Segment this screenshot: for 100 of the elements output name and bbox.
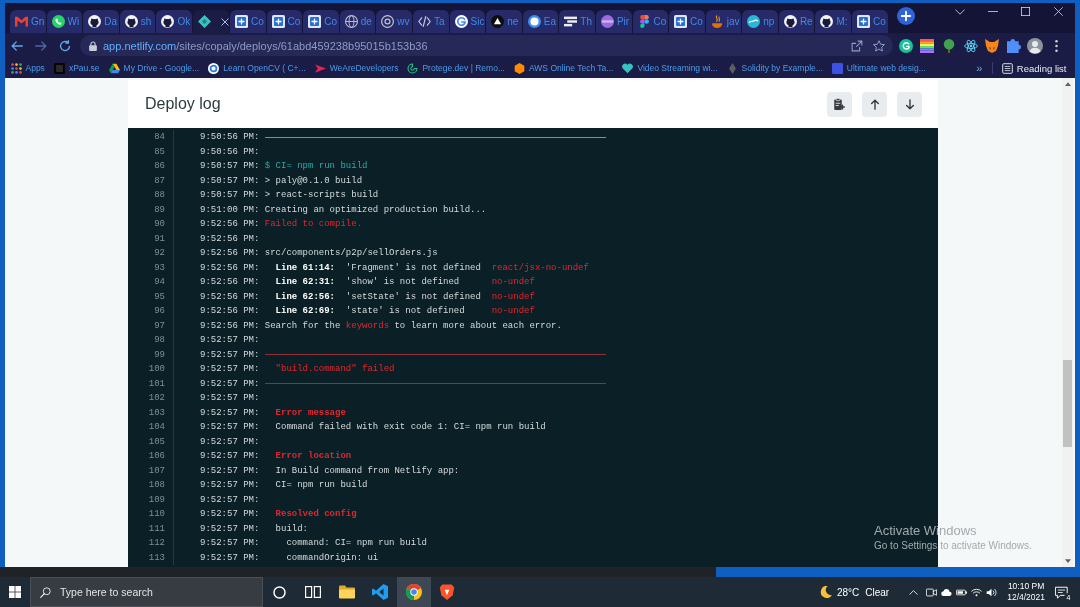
log-message: > react-scripts build (264, 190, 379, 201)
notification-icon[interactable] (1055, 585, 1068, 599)
address-bar[interactable]: app.netlify.com/sites/copaly/deploys/61abd459238b95015b153b36 (80, 35, 893, 56)
cloud-icon[interactable] (941, 587, 953, 597)
bookmark-item[interactable]: Learn OpenCV ( C+... (203, 62, 311, 74)
tree-icon[interactable] (942, 38, 956, 53)
windows-logo-icon[interactable] (9, 586, 21, 598)
close-icon[interactable] (1054, 7, 1063, 16)
forward-arrow-icon[interactable] (35, 39, 47, 52)
scrollbar-thumb[interactable] (1063, 360, 1072, 447)
browser-tab[interactable]: jav (705, 10, 742, 33)
bookmark-item[interactable]: Solidity by Example... (722, 62, 828, 74)
log-message: > paly@0.1.0 build (264, 175, 363, 186)
weather-condition[interactable]: Clear (865, 586, 890, 598)
puzzle-piece-icon[interactable] (1006, 38, 1021, 53)
bookmark-item[interactable]: Apps (6, 62, 50, 74)
scroll-down-icon[interactable] (1064, 559, 1071, 563)
browser-tab[interactable]: Co (669, 10, 705, 33)
browser-tab[interactable]: wv (376, 10, 412, 33)
share-icon[interactable] (851, 39, 863, 52)
browser-tab[interactable]: np (742, 10, 778, 33)
browser-tab[interactable]: Co (852, 10, 888, 33)
line-number: 97 (128, 318, 174, 333)
browser-tab[interactable]: Sic (449, 10, 486, 33)
bookmark-item[interactable]: AWS Online Tech Ta... (509, 62, 618, 74)
bookmark-item[interactable]: My Drive - Google... (104, 62, 204, 74)
browser-tab[interactable]: Co (303, 10, 339, 33)
moon-icon[interactable] (819, 586, 832, 598)
maximize-icon[interactable] (1021, 7, 1030, 16)
browser-tab[interactable]: Co (266, 10, 303, 33)
ring-icon (208, 62, 220, 74)
clock-date[interactable]: 12/4/2021 (1007, 592, 1045, 603)
plus-square-icon (234, 15, 248, 28)
minimize-icon[interactable] (987, 10, 998, 13)
scroll-to-bottom-button[interactable] (897, 91, 922, 117)
line-number: 107 (128, 463, 174, 478)
reload-icon[interactable] (59, 39, 71, 52)
browser-tab[interactable]: Co (229, 10, 266, 33)
browser-tab[interactable]: M: (815, 10, 852, 33)
line-number: 108 (128, 478, 174, 493)
g-logo-icon[interactable] (898, 38, 913, 53)
back-arrow-icon[interactable] (11, 39, 23, 52)
browser-tab[interactable] (192, 10, 229, 33)
browser-tab[interactable]: Re (778, 10, 815, 33)
speaker-icon[interactable] (986, 587, 998, 597)
color-stripes-icon[interactable] (920, 38, 935, 53)
browser-tab[interactable]: Ta (412, 10, 449, 33)
wifi-icon[interactable] (971, 587, 983, 597)
bookmark-item[interactable]: WeAreDevelopers (310, 62, 403, 74)
line-number: 94 (128, 275, 174, 290)
ring-icon[interactable] (273, 585, 287, 599)
log-message: Line 62:69: 'state' is not defined no-undef (274, 306, 535, 317)
browser-tab[interactable]: Ea (522, 10, 559, 33)
close-icon[interactable] (220, 17, 229, 26)
log-timestamp: 9:52:57 PM: (200, 422, 260, 433)
bookmark-item[interactable]: Video Streaming wi... (617, 62, 723, 74)
log-timestamp: 9:52:56 PM: (200, 262, 260, 273)
browser-tab[interactable]: sh (119, 10, 156, 33)
clock-time[interactable]: 10:10 PM (1007, 581, 1045, 592)
browser-tab[interactable]: Pir (595, 10, 632, 33)
camera-icon[interactable] (926, 587, 938, 597)
plus-icon[interactable] (896, 7, 915, 25)
browser-tab[interactable]: de (339, 10, 376, 33)
browser-tab[interactable]: Co (632, 10, 669, 33)
scroll-up-icon[interactable] (1064, 82, 1071, 86)
bookmark-item[interactable]: Ultimate web desig... (827, 62, 931, 74)
weather-temperature[interactable]: 28°C (836, 586, 860, 598)
star-icon[interactable] (873, 39, 885, 52)
log-timestamp: 9:52:57 PM: (200, 480, 260, 491)
reading-list-button[interactable]: Reading list (997, 62, 1071, 74)
line-number: 101 (128, 376, 174, 391)
search-field[interactable]: Type here to search (30, 577, 263, 607)
avatar-icon[interactable] (1027, 37, 1044, 54)
more-bookmarks-button[interactable]: » (970, 62, 989, 74)
task-view-icon[interactable] (305, 584, 322, 600)
more-menu-icon[interactable] (1055, 39, 1059, 52)
chevron-up-icon[interactable] (909, 589, 919, 595)
square-logo-icon (53, 62, 65, 74)
log-timestamp: 9:52:56 PM: (200, 219, 260, 230)
bookmark-item[interactable]: xPau.se (49, 62, 105, 74)
scrollbar[interactable] (1062, 78, 1073, 567)
line-number: 111 (128, 521, 174, 536)
browser-tab[interactable]: Wi (46, 10, 83, 33)
browser-tab[interactable]: Th (559, 10, 595, 33)
scroll-to-top-button[interactable] (862, 91, 887, 117)
chevron-down-icon[interactable] (954, 8, 965, 15)
bookmark-item[interactable]: Protege.dev | Remo... (402, 62, 510, 74)
copy-log-button[interactable] (827, 91, 852, 117)
chevron-logo-icon (314, 62, 326, 74)
log-timestamp: 9:52:56 PM: (200, 291, 260, 302)
browser-tab[interactable]: ne (486, 10, 522, 33)
browser-tab[interactable]: Gn (10, 10, 46, 33)
line-number: 105 (128, 434, 174, 449)
browser-tab[interactable]: Ok (156, 10, 192, 33)
atom-icon[interactable] (963, 38, 978, 53)
taskbar-app[interactable] (397, 577, 431, 607)
battery-icon[interactable] (956, 587, 968, 597)
line-number: 110 (128, 507, 174, 522)
fox-head-icon[interactable] (985, 38, 1000, 53)
browser-tab[interactable]: Da (83, 10, 119, 33)
